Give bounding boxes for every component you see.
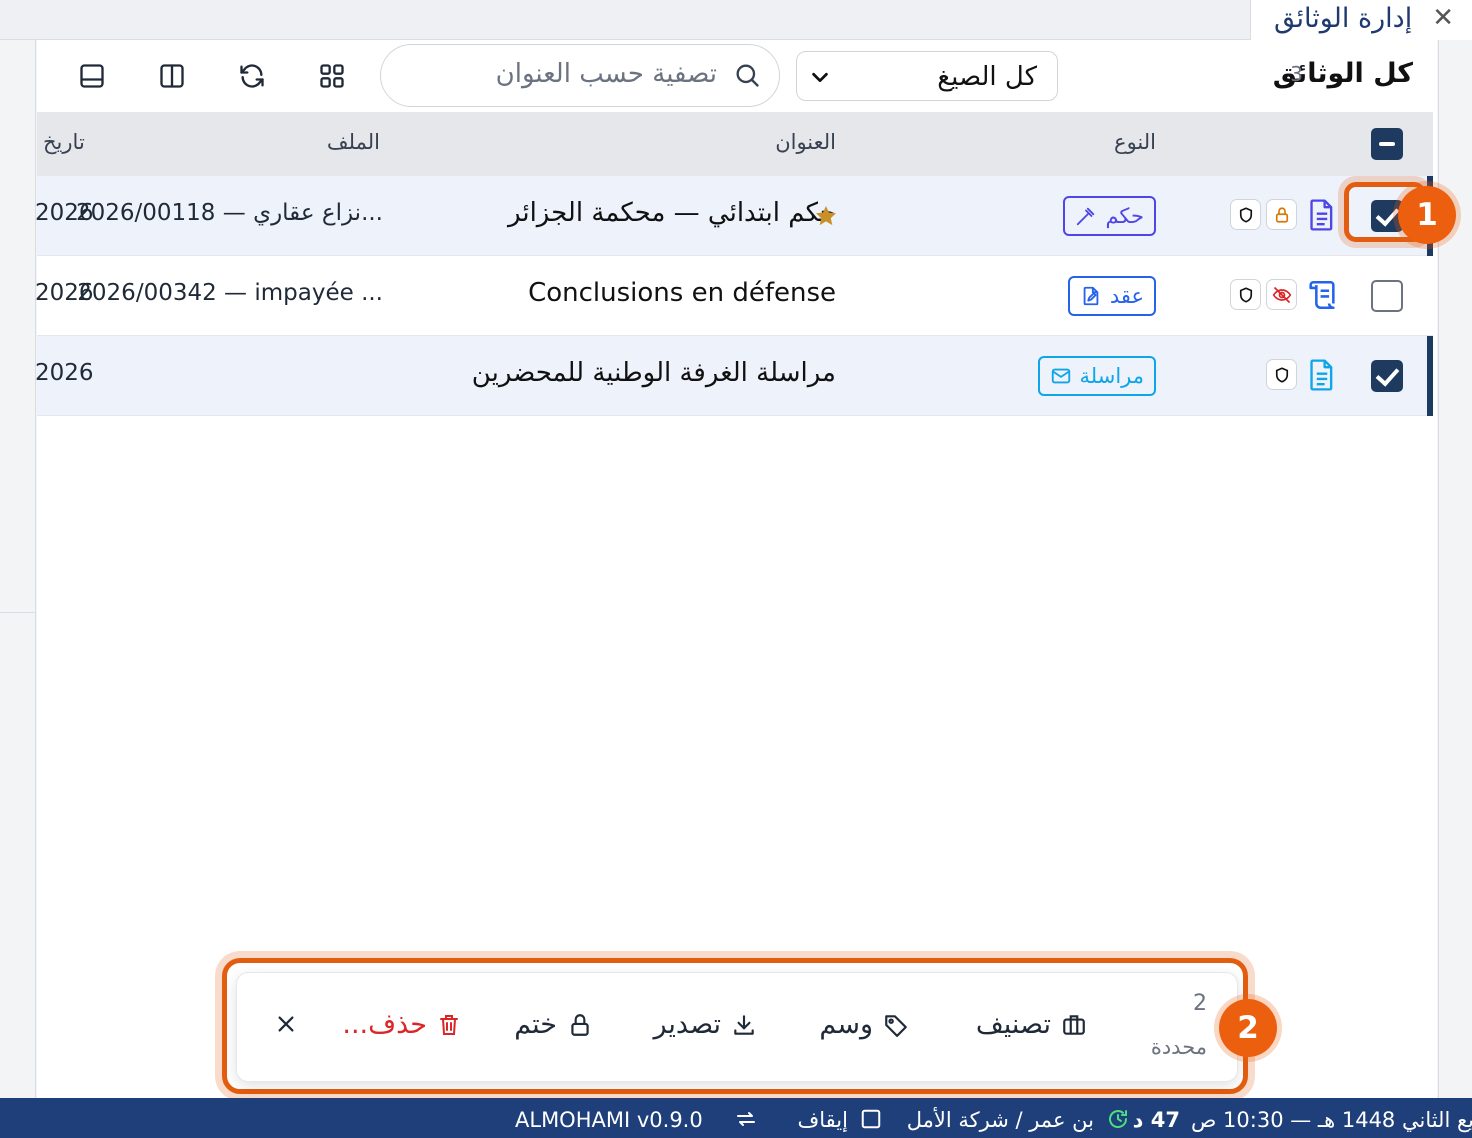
status-user[interactable]: بن عمر / شركة الأمل xyxy=(907,1108,1094,1132)
side-panel-toggle-button[interactable] xyxy=(156,60,188,92)
selected-count: 2 xyxy=(1193,991,1207,1016)
briefcase-icon xyxy=(1063,1014,1085,1035)
stop-icon[interactable] xyxy=(860,1108,882,1130)
selected-label: محددة xyxy=(1150,1035,1207,1059)
row-checkbox[interactable] xyxy=(1371,280,1403,312)
search-placeholder: تصفية حسب العنوان xyxy=(495,59,717,89)
star-icon[interactable] xyxy=(814,204,838,228)
document-icon xyxy=(1304,357,1340,393)
row-title[interactable]: Conclusions en défense xyxy=(528,278,836,308)
sync-icon[interactable] xyxy=(733,1107,759,1131)
classify-label: تصنيف xyxy=(975,1009,1051,1040)
tab-bar: إدارة الوثائق ✕ xyxy=(0,0,1472,40)
column-header-file[interactable]: الملف xyxy=(327,130,380,154)
format-select[interactable]: كل الصيغ xyxy=(796,51,1058,101)
document-icon xyxy=(1304,197,1340,233)
select-all-checkbox[interactable] xyxy=(1371,128,1403,160)
annotation-badge-1: 1 xyxy=(1398,186,1456,244)
table-row[interactable]: مراسلة مراسلة الغرفة الوطنية للمحضرين 20… xyxy=(35,336,1433,416)
column-header-type[interactable]: النوع xyxy=(1114,130,1156,154)
table-row[interactable]: حكم حكم ابتدائي — محكمة الجزائر 2026/001… xyxy=(35,176,1433,256)
tab-close-icon[interactable]: ✕ xyxy=(1432,5,1454,31)
row-date: 2026 xyxy=(35,280,94,306)
seal-label: ختم xyxy=(514,1009,557,1040)
mail-icon xyxy=(1051,368,1070,384)
seal-button[interactable]: ختم xyxy=(514,1009,593,1040)
tag-button[interactable]: وسم xyxy=(819,1009,909,1040)
search-icon xyxy=(736,64,759,87)
type-badge-label: مراسلة xyxy=(1079,364,1144,388)
trash-icon xyxy=(440,1014,458,1035)
delete-label: حذف... xyxy=(342,1009,427,1040)
document-count: 3 xyxy=(1290,62,1303,86)
tag-label: وسم xyxy=(819,1009,873,1040)
shield-icon xyxy=(1266,359,1297,390)
selection-indicator xyxy=(1427,336,1433,416)
status-minutes: 47 د xyxy=(1132,1108,1180,1132)
export-button[interactable]: تصدير xyxy=(653,1009,757,1040)
chevron-down-icon xyxy=(812,72,828,83)
tab-title: إدارة الوثائق xyxy=(1273,2,1413,34)
grid-icon xyxy=(320,64,344,88)
shield-icon xyxy=(1230,279,1261,310)
row-title[interactable]: مراسلة الغرفة الوطنية للمحضرين xyxy=(472,358,836,388)
row-file[interactable]: 2026/00342 — impayée ... xyxy=(77,280,383,306)
left-gutter xyxy=(0,40,36,1098)
eye-off-icon xyxy=(1266,279,1297,310)
status-pause[interactable]: إيقاف xyxy=(798,1108,848,1132)
title-filter-input[interactable]: تصفية حسب العنوان xyxy=(380,44,780,107)
type-badge-label: حكم xyxy=(1105,204,1144,228)
row-title[interactable]: حكم ابتدائي — محكمة الجزائر xyxy=(508,198,836,228)
bulk-action-bar: 2 محددة تصنيف وسم تصدير ختم حذف... xyxy=(236,972,1238,1082)
delete-button[interactable]: حذف... xyxy=(342,1009,461,1040)
contract-icon xyxy=(1083,286,1099,306)
row-date: 2026 xyxy=(35,200,94,226)
lock-icon xyxy=(1266,199,1297,230)
panel-bottom-icon xyxy=(80,64,104,88)
column-header-date[interactable]: تاريخ xyxy=(43,130,85,154)
bottom-panel-toggle-button[interactable] xyxy=(76,60,108,92)
type-badge-label: عقد xyxy=(1109,284,1144,308)
type-badge: عقد xyxy=(1067,276,1156,316)
row-date: 2026 xyxy=(35,360,94,386)
panel-right-icon xyxy=(160,64,184,88)
tab-documents[interactable]: إدارة الوثائق ✕ xyxy=(1250,0,1472,40)
scroll-icon xyxy=(1304,277,1340,313)
type-badge: مراسلة xyxy=(1037,356,1156,396)
table-header: النوع العنوان الملف تاريخ xyxy=(37,112,1433,176)
type-badge: حكم xyxy=(1063,196,1156,236)
app-version: ALMOHAMI v0.9.0 xyxy=(515,1108,703,1132)
row-file[interactable]: 2026/00118 — نزاع عقاري... xyxy=(76,200,383,226)
gavel-icon xyxy=(1077,207,1095,226)
format-select-value: كل الصيغ xyxy=(937,62,1037,92)
grid-view-button[interactable] xyxy=(316,60,348,92)
tag-icon xyxy=(885,1014,907,1037)
status-date-time: يع الثاني 1448 هـ — 10:30 ص xyxy=(1190,1108,1472,1132)
documents-panel: كل الوثائق 3 كل الصيغ تصفية حسب العنوان … xyxy=(35,40,1437,1098)
refresh-button[interactable] xyxy=(236,60,268,92)
lock-icon xyxy=(571,1013,589,1036)
status-bar: يع الثاني 1448 هـ — 10:30 ص 47 د بن عمر … xyxy=(0,1098,1472,1138)
refresh-icon xyxy=(240,64,264,88)
annotation-badge-2: 2 xyxy=(1219,999,1277,1057)
export-label: تصدير xyxy=(653,1009,721,1040)
classify-button[interactable]: تصنيف xyxy=(976,1009,1087,1040)
table-row[interactable]: عقد Conclusions en défense 2026/00342 — … xyxy=(35,256,1433,336)
close-icon[interactable] xyxy=(275,1013,297,1035)
timer-icon xyxy=(1109,1110,1128,1128)
row-checkbox[interactable] xyxy=(1371,360,1403,392)
toolbar: كل الوثائق 3 كل الصيغ تصفية حسب العنوان xyxy=(37,40,1437,112)
download-icon xyxy=(734,1014,754,1035)
column-header-title[interactable]: العنوان xyxy=(775,130,836,154)
shield-icon xyxy=(1230,199,1261,230)
